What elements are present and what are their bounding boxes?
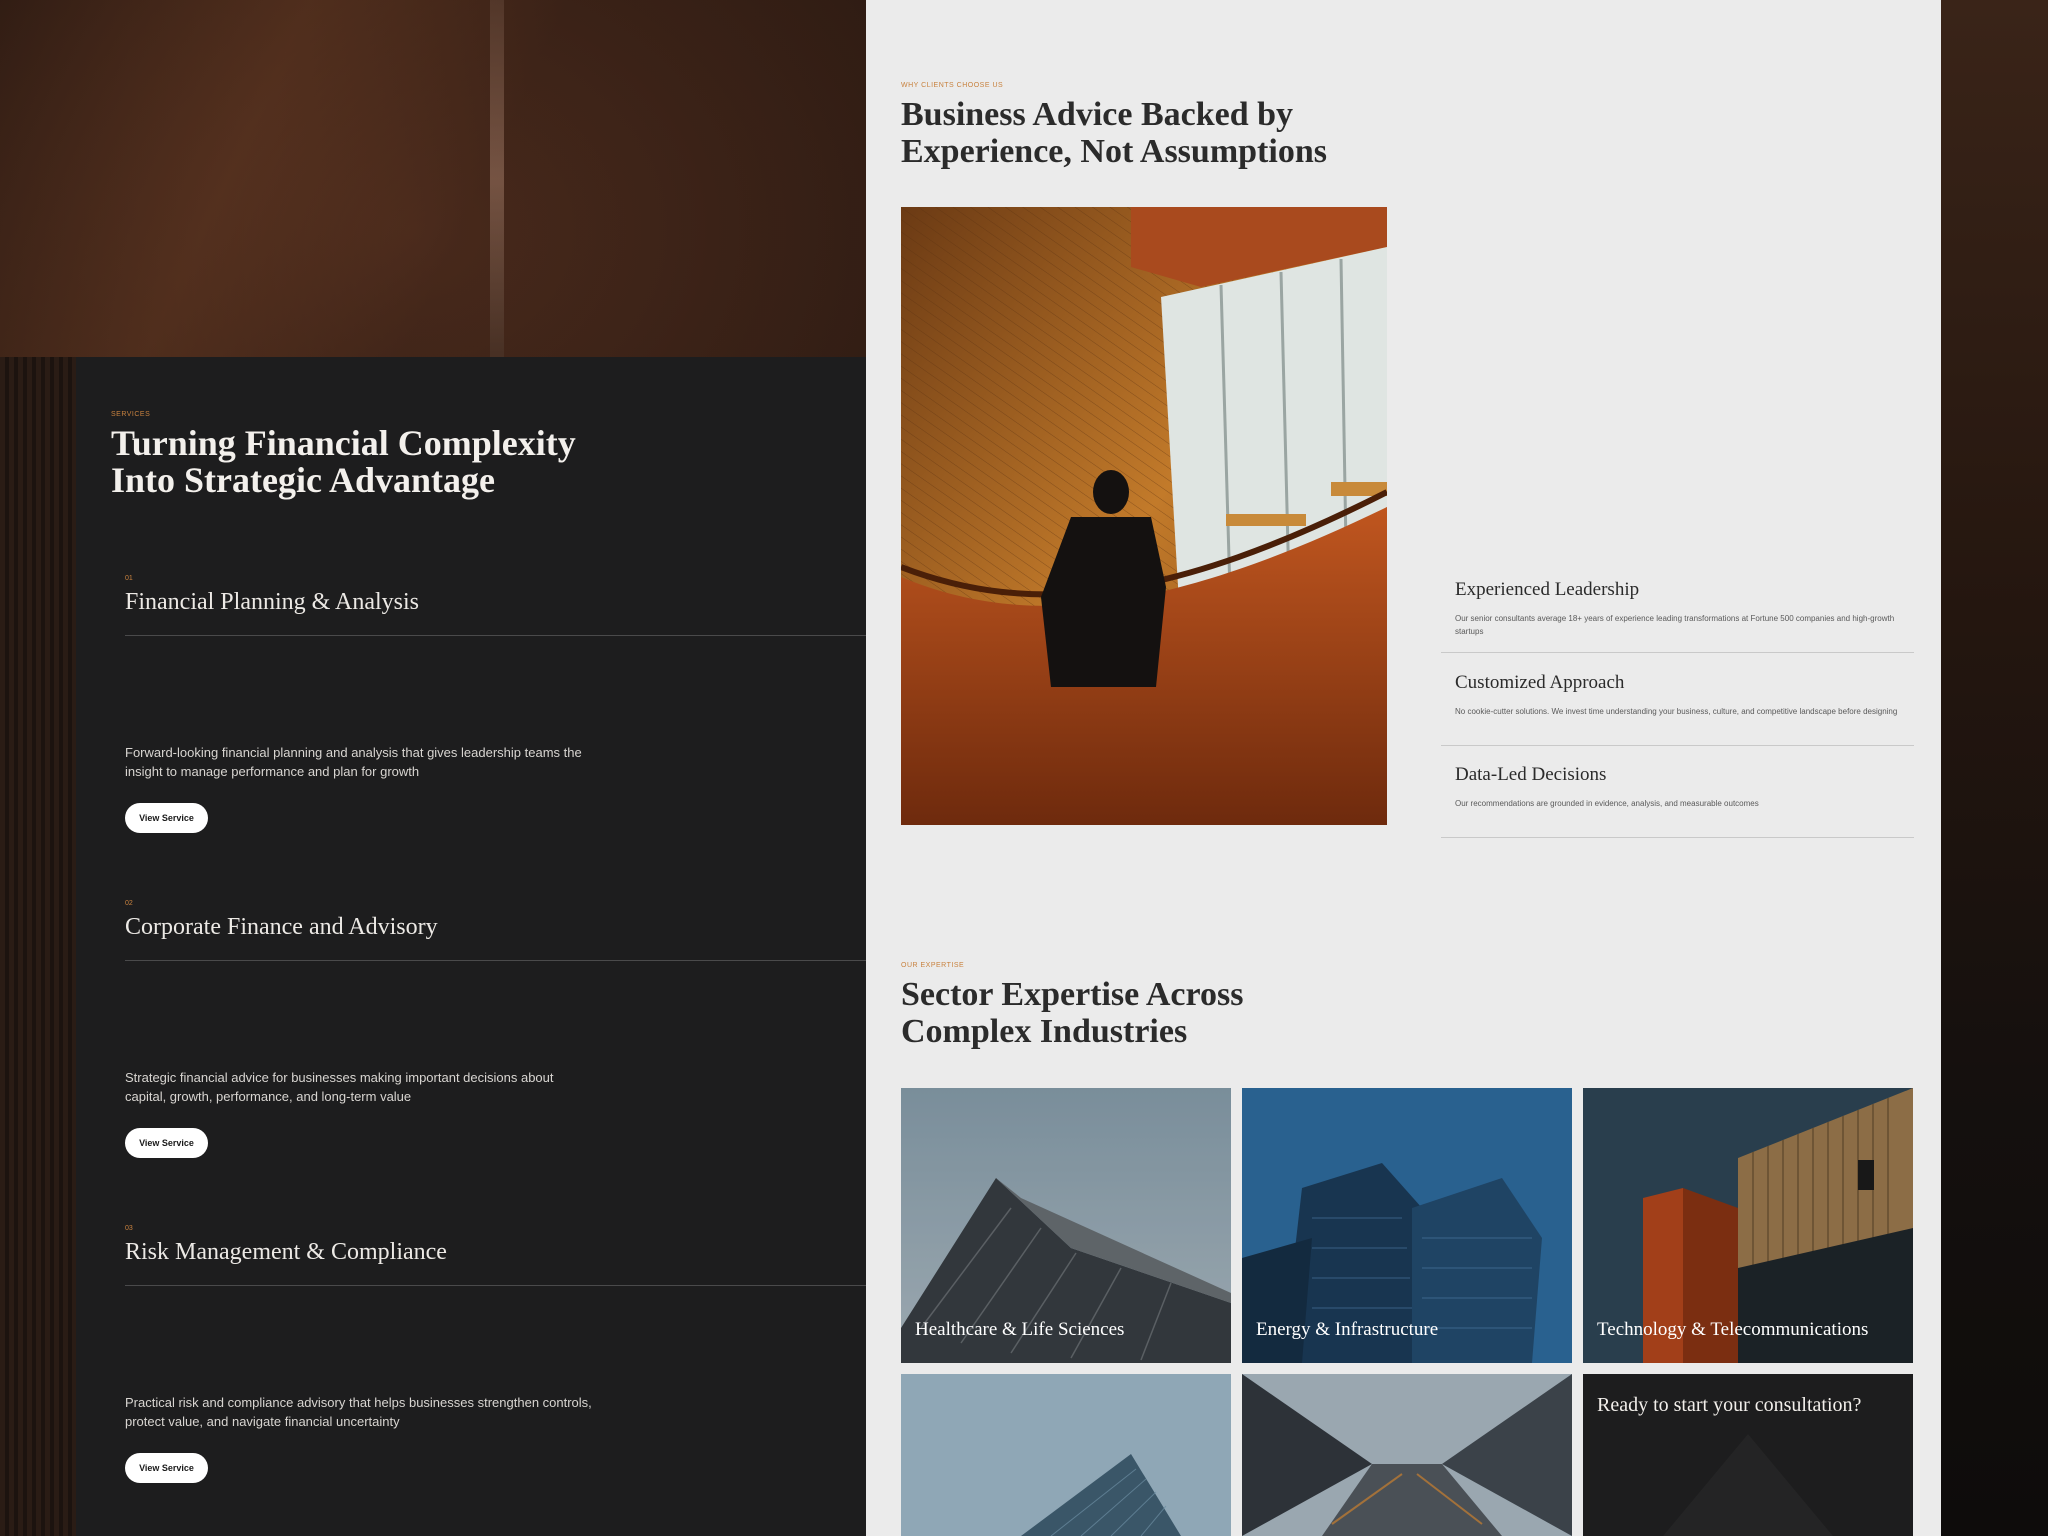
feature-description: No cookie-cutter solutions. We invest ti… (1455, 707, 1898, 716)
sector-tile-technology[interactable]: Technology & Telecommunications (1583, 1088, 1913, 1363)
service-title[interactable]: Risk Management & Compliance (125, 1239, 447, 1266)
looking-up-towers-photo (1242, 1374, 1572, 1536)
why-eyebrow: WHY CLIENTS CHOOSE US (901, 82, 1004, 89)
expertise-title: Sector Expertise Across Complex Industri… (901, 976, 1244, 1050)
service-description: Forward-looking financial planning and a… (125, 745, 582, 779)
why-choose-us-section: WHY CLIENTS CHOOSE US Business Advice Ba… (866, 0, 1941, 1536)
services-section: SERVICES Turning Financial Complexity In… (76, 357, 866, 1536)
cta-text: Ready to start your consultation? (1597, 1394, 1862, 1416)
divider (125, 1285, 866, 1286)
hero-photo (901, 207, 1387, 825)
background-right-window (1940, 0, 2048, 1536)
divider (1441, 745, 1914, 746)
sector-label: Energy & Infrastructure (1256, 1319, 1439, 1340)
service-description: Strategic financial advice for businesse… (125, 1070, 554, 1104)
glass-tower-photo (901, 1374, 1231, 1536)
feature-description: Our recommendations are grounded in evid… (1455, 799, 1759, 808)
background-light-beam (490, 0, 504, 357)
why-title: Business Advice Backed by Experience, No… (901, 96, 1327, 170)
divider (1441, 837, 1914, 838)
services-title: Turning Financial Complexity Into Strate… (111, 423, 576, 500)
expertise-eyebrow: OUR EXPERTISE (901, 962, 965, 969)
service-number: 03 (125, 1225, 133, 1232)
feature-description: Our senior consultants average 18+ years… (1455, 614, 1895, 636)
service-title[interactable]: Corporate Finance and Advisory (125, 914, 438, 941)
feature-title: Customized Approach (1455, 672, 1625, 693)
sector-tile-healthcare[interactable]: Healthcare & Life Sciences (901, 1088, 1231, 1363)
divider (125, 960, 866, 961)
consultation-cta-tile[interactable]: Ready to start your consultation? (1583, 1374, 1913, 1536)
feature-title: Experienced Leadership (1455, 579, 1640, 600)
divider (125, 635, 866, 636)
service-title[interactable]: Financial Planning & Analysis (125, 589, 419, 616)
feature-title: Data-Led Decisions (1455, 764, 1607, 785)
view-service-button[interactable]: View Service (125, 1453, 208, 1483)
view-service-button[interactable]: View Service (125, 1128, 208, 1158)
sector-label: Healthcare & Life Sciences (915, 1319, 1125, 1340)
background-ceiling-stripe (0, 0, 866, 360)
sector-tile-4[interactable] (901, 1374, 1231, 1536)
divider (1441, 652, 1914, 653)
view-service-button[interactable]: View Service (125, 803, 208, 833)
sector-label: Technology & Telecommunications (1597, 1319, 1869, 1340)
service-number: 02 (125, 900, 133, 907)
background-left-wall (0, 357, 76, 1536)
services-eyebrow: SERVICES (111, 411, 151, 418)
sector-tile-energy[interactable]: Energy & Infrastructure (1242, 1088, 1572, 1363)
service-description: Practical risk and compliance advisory t… (125, 1395, 592, 1429)
sector-tile-5[interactable] (1242, 1374, 1572, 1536)
service-number: 01 (125, 575, 133, 582)
man-on-staircase-photo (901, 207, 1387, 825)
